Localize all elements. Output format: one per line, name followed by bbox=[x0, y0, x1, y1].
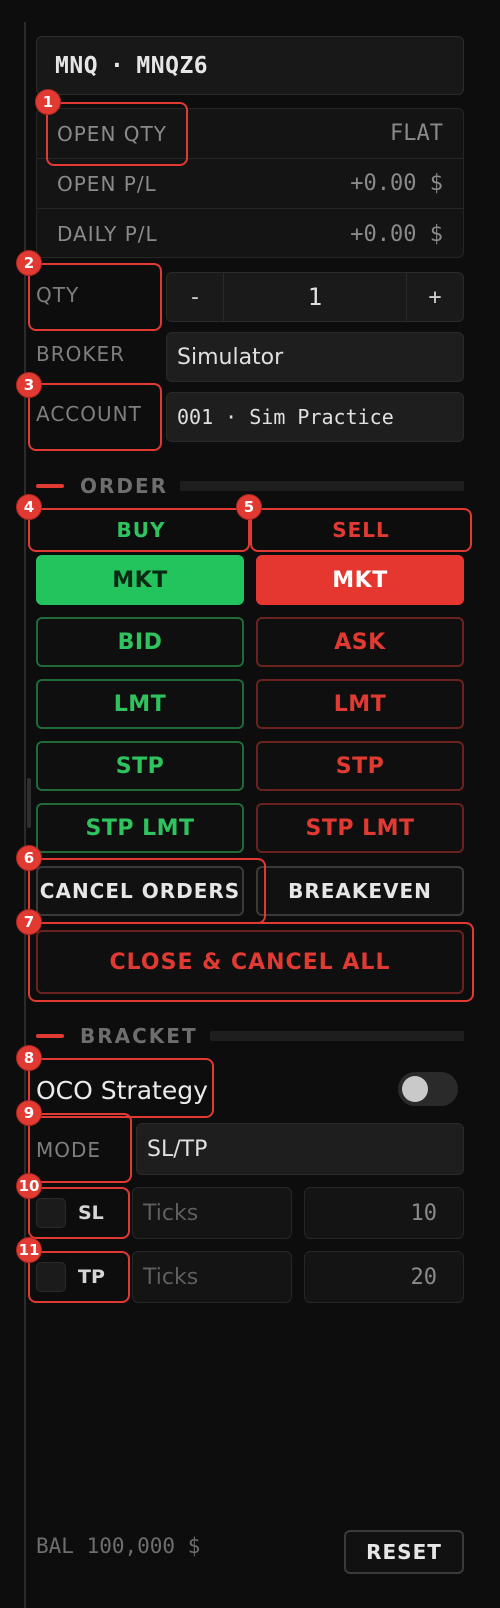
sl-unit-field[interactable]: Ticks bbox=[132, 1187, 292, 1239]
oco-strategy-label: OCO Strategy bbox=[36, 1075, 208, 1105]
qty-decrement-button[interactable]: - bbox=[167, 273, 223, 321]
sl-label: SL bbox=[78, 1202, 104, 1224]
close-cancel-all-button[interactable]: CLOSE & CANCEL ALL bbox=[36, 930, 464, 994]
mode-select[interactable]: SL/TP bbox=[136, 1123, 464, 1175]
symbol-selector[interactable]: MNQ · MNQZ6 bbox=[36, 36, 464, 95]
bracket-section-title: BRACKET bbox=[80, 1024, 198, 1048]
account-label: ACCOUNT bbox=[36, 402, 142, 426]
buy-bid-button[interactable]: BID bbox=[36, 617, 244, 667]
buy-side-label: BUY bbox=[116, 518, 166, 542]
buy-stp-button[interactable]: STP bbox=[36, 741, 244, 791]
annotation-badge: 8 bbox=[16, 1045, 42, 1071]
open-pl-label: OPEN P/L bbox=[57, 171, 157, 196]
resize-handle[interactable] bbox=[27, 778, 31, 828]
symbol-separator: · bbox=[110, 52, 125, 79]
buy-stp-lmt-button[interactable]: STP LMT bbox=[36, 803, 244, 853]
annotation-badge: 3 bbox=[16, 372, 42, 398]
section-rule bbox=[180, 481, 464, 491]
open-pl-value: +0.00 $ bbox=[350, 171, 443, 196]
stat-row-open-qty: OPEN QTY FLAT bbox=[37, 109, 463, 159]
toggle-knob bbox=[402, 1076, 428, 1102]
tp-checkbox-row: TP bbox=[36, 1251, 126, 1303]
annotation-badge: 10 bbox=[16, 1173, 42, 1199]
daily-pl-label: DAILY P/L bbox=[57, 222, 158, 246]
section-accent bbox=[36, 1034, 64, 1038]
open-qty-label: OPEN QTY bbox=[57, 121, 167, 146]
tp-unit-field[interactable]: Ticks bbox=[132, 1251, 292, 1303]
broker-select[interactable]: Simulator bbox=[166, 332, 464, 382]
daily-pl-value: +0.00 $ bbox=[350, 221, 443, 247]
cancel-orders-button[interactable]: CANCEL ORDERS bbox=[36, 866, 244, 916]
annotation-badge: 7 bbox=[16, 909, 42, 935]
sl-ticks-input[interactable]: 10 bbox=[304, 1187, 464, 1239]
sell-side-label: SELL bbox=[332, 518, 390, 542]
annotation-badge: 9 bbox=[16, 1100, 42, 1126]
reset-button[interactable]: RESET bbox=[344, 1530, 464, 1574]
broker-label: BROKER bbox=[36, 342, 126, 366]
breakeven-button[interactable]: BREAKEVEN bbox=[256, 866, 464, 916]
section-rule bbox=[209, 1031, 464, 1041]
sell-mkt-button[interactable]: MKT bbox=[256, 555, 464, 605]
section-accent bbox=[36, 484, 64, 488]
annotation-badge: 6 bbox=[16, 845, 42, 871]
qty-stepper: - 1 + bbox=[166, 272, 464, 322]
qty-label: QTY bbox=[36, 283, 80, 307]
sl-checkbox-row: SL bbox=[36, 1187, 126, 1239]
account-select[interactable]: 001 · Sim Practice bbox=[166, 392, 464, 442]
tp-ticks-input[interactable]: 20 bbox=[304, 1251, 464, 1303]
tp-label: TP bbox=[78, 1266, 105, 1288]
annotation-badge: 5 bbox=[236, 494, 262, 520]
balance-readout: BAL 100,000 $ bbox=[36, 1534, 201, 1558]
order-section-title: ORDER bbox=[80, 474, 169, 498]
symbol-contract: MNQZ6 bbox=[136, 52, 209, 79]
stat-row-daily-pl: DAILY P/L +0.00 $ bbox=[37, 209, 463, 257]
annotation-badge: 1 bbox=[35, 89, 61, 115]
stat-row-open-pl: OPEN P/L +0.00 $ bbox=[37, 159, 463, 209]
qty-increment-button[interactable]: + bbox=[407, 273, 463, 321]
buy-lmt-button[interactable]: LMT bbox=[36, 679, 244, 729]
annotation-badge: 2 bbox=[16, 250, 42, 276]
annotation-badge: 4 bbox=[16, 494, 42, 520]
mode-label: MODE bbox=[36, 1138, 102, 1162]
tp-checkbox[interactable] bbox=[36, 1262, 66, 1292]
open-qty-value: FLAT bbox=[390, 121, 443, 146]
qty-input[interactable]: 1 bbox=[223, 273, 407, 321]
buy-mkt-button[interactable]: MKT bbox=[36, 555, 244, 605]
oco-toggle[interactable] bbox=[398, 1072, 458, 1106]
symbol-root: MNQ bbox=[55, 52, 99, 79]
sl-checkbox[interactable] bbox=[36, 1198, 66, 1228]
position-stats: OPEN QTY FLAT OPEN P/L +0.00 $ DAILY P/L… bbox=[36, 108, 464, 258]
trading-panel: MNQ · MNQZ6 OPEN QTY FLAT OPEN P/L +0.00… bbox=[0, 0, 500, 1608]
sell-stp-button[interactable]: STP bbox=[256, 741, 464, 791]
sell-lmt-button[interactable]: LMT bbox=[256, 679, 464, 729]
sell-ask-button[interactable]: ASK bbox=[256, 617, 464, 667]
sell-stp-lmt-button[interactable]: STP LMT bbox=[256, 803, 464, 853]
annotation-badge: 11 bbox=[16, 1237, 42, 1263]
bracket-section-header: BRACKET bbox=[36, 1024, 464, 1048]
